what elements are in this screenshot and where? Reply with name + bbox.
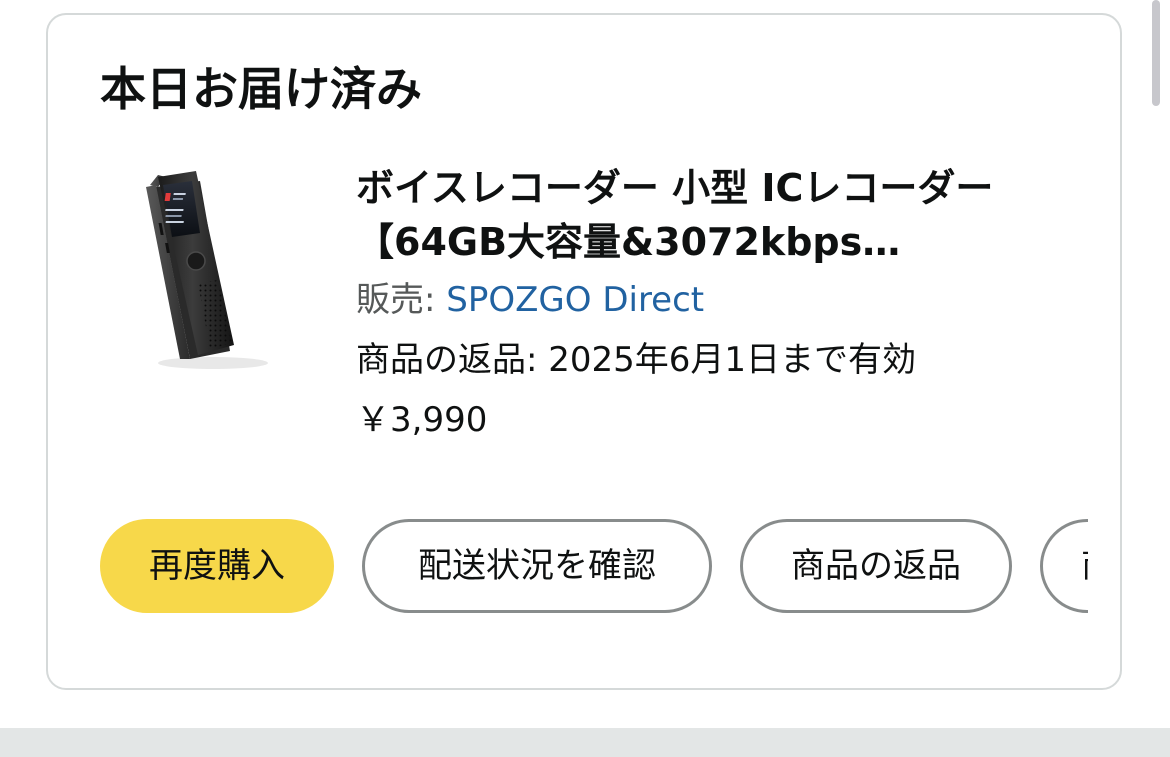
seller-label: 販売: — [356, 280, 447, 320]
return-window-text: 商品の返品: 2025年6月1日まで有効 — [356, 340, 917, 380]
page-scrollbar[interactable] — [1152, 0, 1160, 106]
more-action-button-partial[interactable]: 商 — [1040, 519, 1088, 613]
action-buttons-scroller[interactable]: 再度購入 配送状況を確認 商品の返品 商 — [100, 517, 1088, 615]
delivery-status-heading: 本日お届け済み — [100, 62, 422, 116]
product-title-link[interactable]: ボイスレコーダー 小型 ICレコーダー 【64GB大容量&3072kbps… — [356, 161, 1068, 269]
return-item-button[interactable]: 商品の返品 — [740, 519, 1012, 613]
action-buttons-row: 再度購入 配送状況を確認 商品の返品 商 — [100, 517, 1088, 615]
seller-line: 販売: SPOZGO Direct — [356, 277, 1068, 323]
buy-again-button[interactable]: 再度購入 — [100, 519, 334, 613]
voice-recorder-icon — [146, 171, 268, 369]
product-image[interactable] — [118, 163, 278, 373]
product-info: ボイスレコーダー 小型 ICレコーダー 【64GB大容量&3072kbps… 販… — [356, 161, 1068, 443]
track-package-button[interactable]: 配送状況を確認 — [362, 519, 712, 613]
price-text: ￥3,990 — [356, 400, 488, 440]
order-card: 本日お届け済み ボイスレコーダー 小型 ICレコーダー 【64GB大容量&307… — [46, 13, 1122, 690]
section-divider — [0, 728, 1170, 757]
seller-link[interactable]: SPOZGO Direct — [446, 280, 704, 320]
